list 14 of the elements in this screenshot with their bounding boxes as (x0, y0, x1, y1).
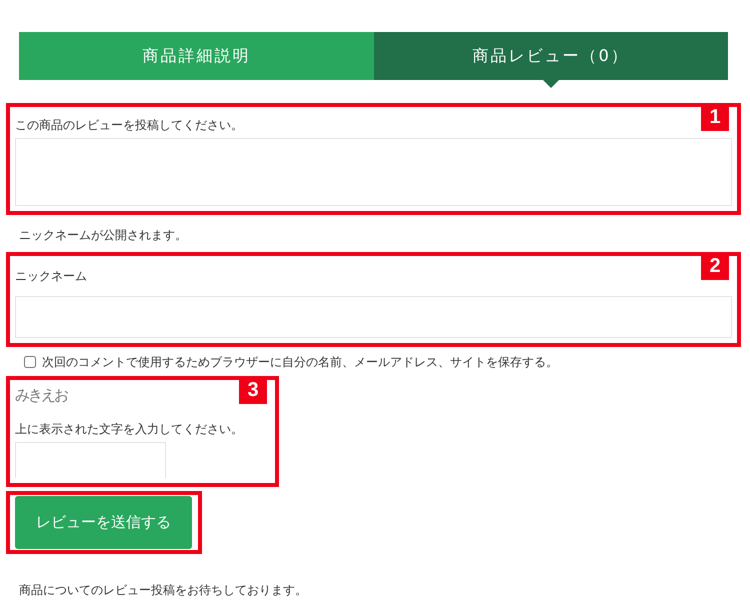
tab-pointer (542, 80, 559, 88)
tab[interactable]: 商品詳細説明 (19, 32, 374, 80)
captcha-field[interactable] (15, 442, 166, 478)
nickname-label: ニックネーム (15, 268, 87, 284)
nickname-field[interactable] (15, 296, 732, 338)
captcha-text: みきえお (15, 386, 67, 404)
footer-text: 商品についてのレビュー投稿をお待ちしております。 (19, 582, 308, 599)
submit-button[interactable]: レビューを送信する (15, 496, 192, 549)
captcha-label: 上に表示された文字を入力してください。 (15, 421, 243, 437)
nickname-note: ニックネームが公開されます。 (19, 227, 188, 244)
checkbox-label: 次回のコメントで使用するためブラウザーに自分の名前、メールアドレス、サイトを保存する。 (42, 354, 558, 370)
checkbox[interactable] (24, 356, 36, 368)
review-label: この商品のレビューを投稿してください。 (15, 117, 243, 133)
review-field[interactable] (15, 138, 732, 206)
